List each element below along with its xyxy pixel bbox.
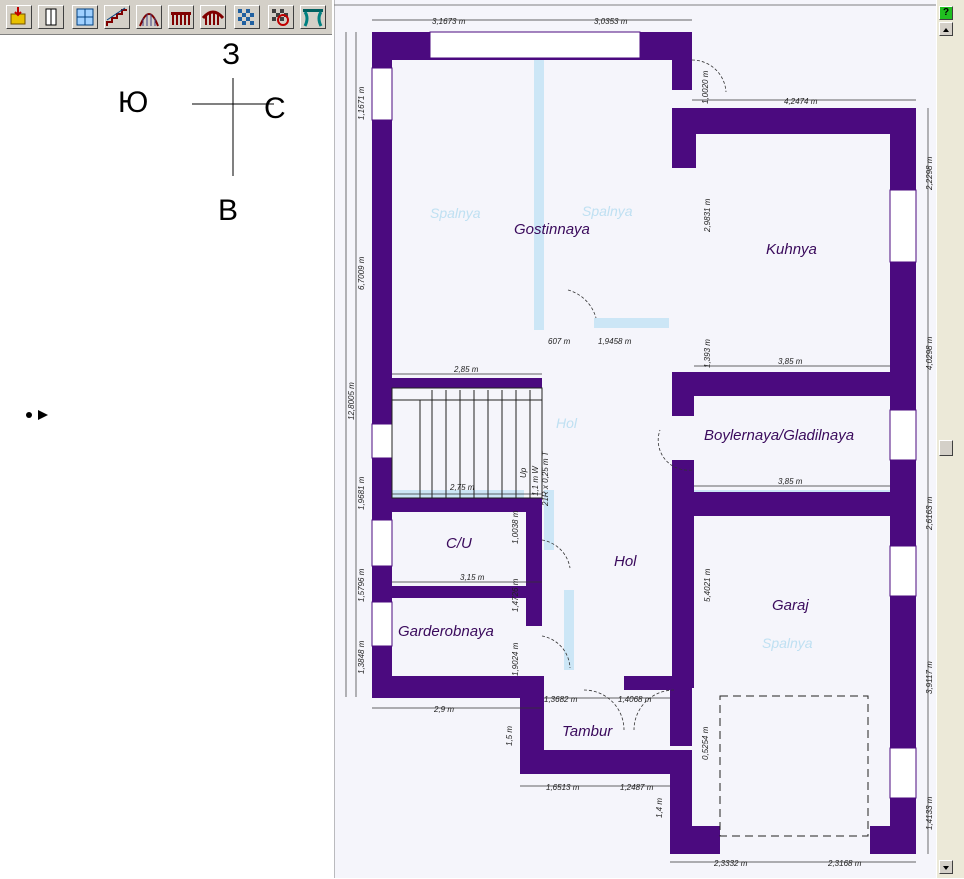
room-label-garderobnaya: Garderobnaya xyxy=(398,623,494,640)
dim-label: 1,9681 m xyxy=(357,476,366,510)
ghost-label-spalnya: Spalnya xyxy=(582,203,633,219)
curtain-icon[interactable] xyxy=(300,5,326,29)
dim-label: 1,4726 m xyxy=(511,578,520,612)
stair-up-label: Up xyxy=(519,467,528,478)
dim-label: 5,4021 m xyxy=(703,568,712,602)
dim-label: 0,5254 m xyxy=(701,726,710,760)
dim-label: 1,9458 m xyxy=(598,337,632,346)
room-label-hol: Hol xyxy=(614,553,637,570)
dim-label: 3,1673 m xyxy=(432,17,466,26)
stair-straight-icon[interactable] xyxy=(104,5,130,29)
dim-label: 1,4 m xyxy=(655,798,664,818)
dim-label: 3,15 m xyxy=(460,573,485,582)
ghost-label-hol: Hol xyxy=(556,415,578,431)
dim-label: 3,0353 m xyxy=(594,17,628,26)
dim-label: 1,6513 m xyxy=(546,783,580,792)
floor-plan-canvas[interactable]: Gostinnaya Kuhnya Boylernaya/Gladilnaya … xyxy=(334,0,936,878)
dim-label: 3,9117 m xyxy=(925,661,934,694)
dim-label: 4,0298 m xyxy=(925,336,934,370)
window-icon[interactable] xyxy=(72,5,98,29)
dim-label: 1,5796 m xyxy=(357,568,366,602)
vertical-scrollbar[interactable]: ? xyxy=(937,0,964,878)
stair-rise-label: 21R x 0,25 m T xyxy=(541,450,550,507)
room-label-tambur: Tambur xyxy=(562,723,613,740)
dim-label: 1,3848 m xyxy=(357,640,366,674)
dim-label: 2,3332 m xyxy=(713,859,748,868)
room-label-gostinnaya: Gostinnaya xyxy=(514,221,590,238)
staircase xyxy=(391,387,543,499)
dim-label: 607 m xyxy=(548,337,571,346)
dim-label: 2,9 m xyxy=(433,705,454,714)
compass-cross xyxy=(192,78,274,176)
dim-label: 1,0020 m xyxy=(701,70,710,104)
door-icon[interactable] xyxy=(38,5,64,29)
dim-label: 2,9831 m xyxy=(703,198,712,233)
dim-label: 1,393 m xyxy=(703,339,712,368)
ghost-label-spalnya: Spalnya xyxy=(430,205,481,221)
dim-label: 1,4068 m xyxy=(618,695,652,704)
help-label: ? xyxy=(943,7,950,18)
dim-label: 1,1671 m xyxy=(357,86,366,120)
room-label-kuhnya: Kuhnya xyxy=(766,241,817,258)
dim-label: 2,2298 m xyxy=(925,156,934,191)
help-icon[interactable]: ? xyxy=(939,6,953,20)
floor-tile-icon[interactable] xyxy=(234,5,260,29)
scroll-thumb[interactable] xyxy=(939,440,953,456)
dim-label: 1,3682 m xyxy=(544,695,578,704)
dim-label: 4,2474 m xyxy=(784,97,818,106)
dim-label: 12,8005 m xyxy=(347,382,356,420)
toolbar xyxy=(0,0,332,35)
dim-label: 2,3168 m xyxy=(827,859,862,868)
dim-label: 1,0038 m xyxy=(511,510,520,544)
dim-label: 1,2487 m xyxy=(620,783,654,792)
dim-label: 1,4133 m xyxy=(925,796,934,830)
dim-label: 1,5 m xyxy=(505,726,514,746)
ghost-label-spalnya: Spalnya xyxy=(762,635,813,651)
stair-spiral-icon[interactable] xyxy=(136,5,162,29)
import-icon[interactable] xyxy=(6,5,32,29)
arch-railing-icon[interactable] xyxy=(200,5,226,29)
compass-south-label: В xyxy=(218,194,292,234)
dim-label: 3,85 m xyxy=(778,477,803,486)
room-label-boylernaya: Boylernaya/Gladilnaya xyxy=(704,427,854,444)
room-label-cu: C/U xyxy=(446,535,472,552)
scroll-up-icon[interactable] xyxy=(939,22,953,36)
railing-icon[interactable] xyxy=(168,5,194,29)
dim-label: 2,85 m xyxy=(453,365,479,374)
compass-west-label: Ю xyxy=(118,86,192,124)
dim-label: 2,6163 m xyxy=(925,496,934,531)
stair-width-label: 1,1 m W xyxy=(531,465,540,496)
play-marker-icon[interactable] xyxy=(24,408,54,422)
pattern-icon[interactable] xyxy=(268,5,294,29)
compass-north-label: З xyxy=(222,38,298,76)
dim-label: 2,75 m xyxy=(449,483,475,492)
garage-car-outline xyxy=(719,695,869,837)
dim-label: 3,85 m xyxy=(778,357,803,366)
dim-label: 1,9024 m xyxy=(511,642,520,676)
scroll-down-icon[interactable] xyxy=(939,860,953,874)
room-label-garaj: Garaj xyxy=(772,597,809,614)
dim-label: 6,7009 m xyxy=(357,256,366,290)
